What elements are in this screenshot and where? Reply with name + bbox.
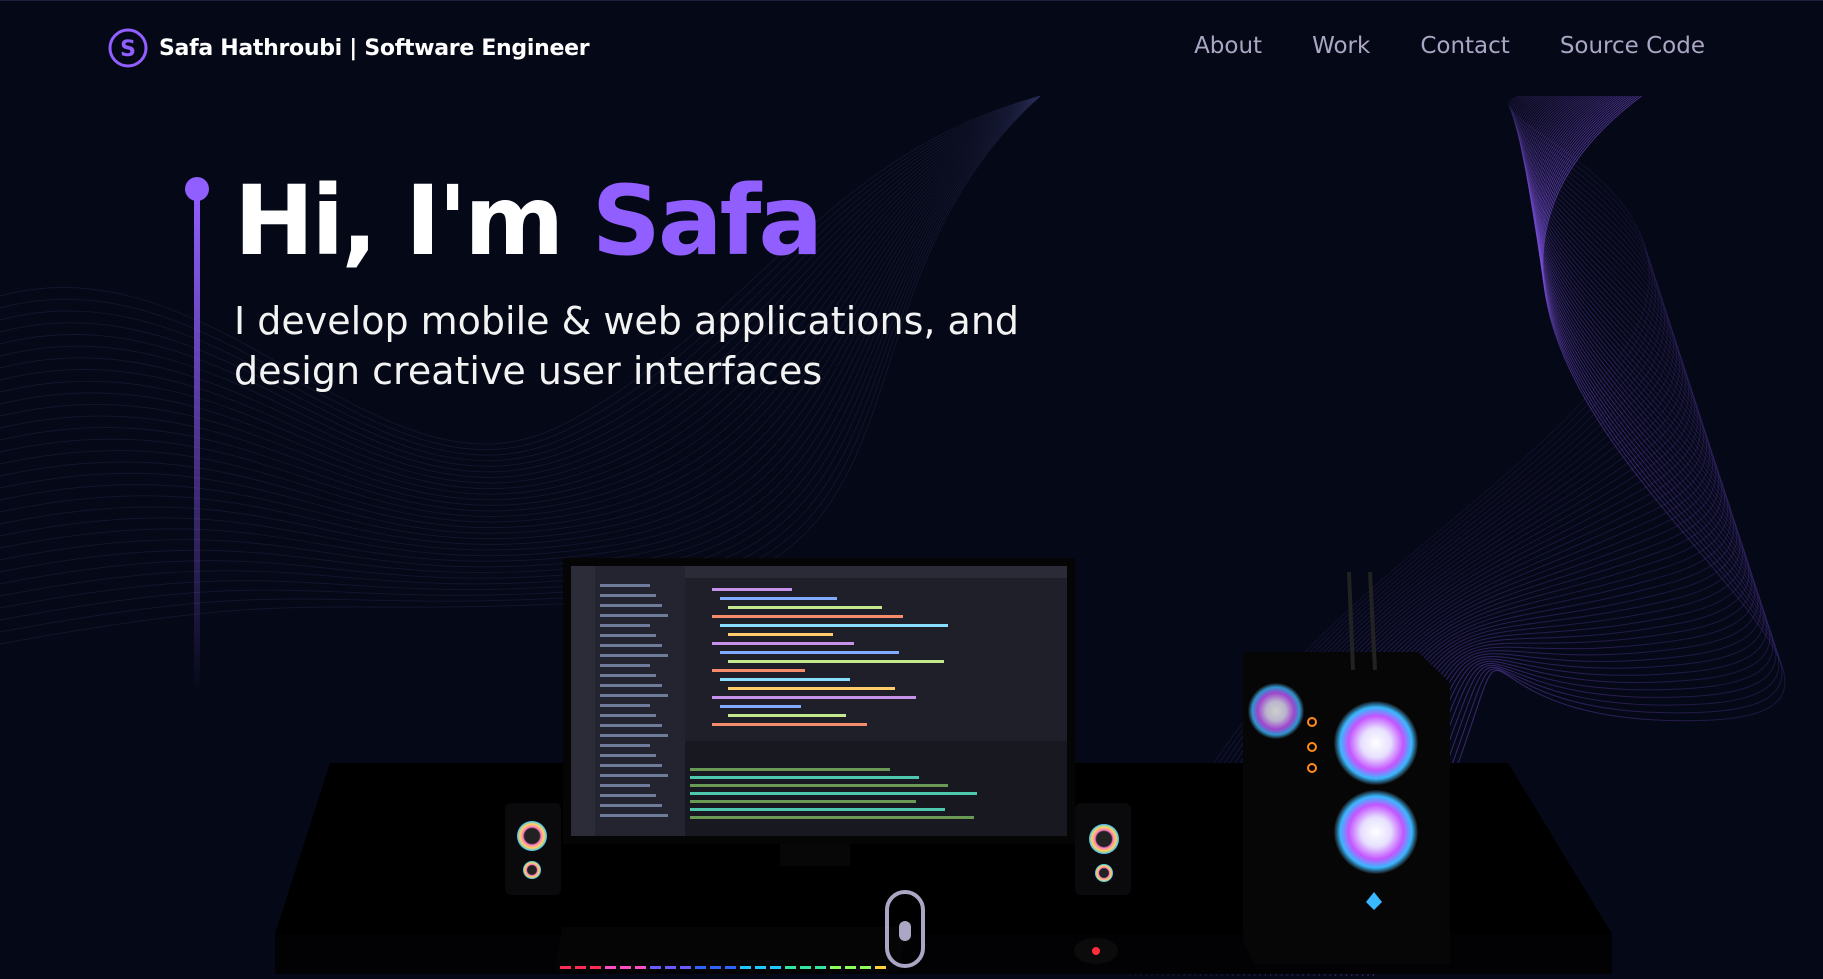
- terminal-line: [690, 776, 919, 779]
- code-line: [728, 606, 882, 609]
- nav-link-contact[interactable]: Contact: [1420, 33, 1509, 59]
- explorer-item: [600, 654, 668, 657]
- terminal-line: [690, 784, 948, 787]
- explorer-item: [600, 634, 656, 637]
- code-line: [728, 714, 846, 717]
- code-line: [720, 651, 899, 654]
- explorer-item: [600, 794, 656, 797]
- navbar: S Safa Hathroubi | Software Engineer Abo…: [0, 0, 1823, 96]
- keyboard-light: [605, 966, 616, 969]
- keyboard-light: [635, 966, 646, 969]
- brand-link[interactable]: S Safa Hathroubi | Software Engineer: [107, 27, 590, 69]
- monitor-stand: [780, 844, 850, 866]
- keyboard-light: [575, 966, 586, 969]
- pc-fan-top: [1334, 701, 1418, 785]
- keyboard-light: [830, 966, 841, 969]
- keyboard-light: [800, 966, 811, 969]
- keyboard-light: [740, 966, 751, 969]
- explorer-item: [600, 604, 662, 607]
- svg-text:S: S: [120, 37, 136, 62]
- code-line: [720, 678, 850, 681]
- keyboard-light: [590, 966, 601, 969]
- explorer-item: [600, 734, 668, 737]
- explorer-item: [600, 674, 656, 677]
- keyboard-light: [845, 966, 856, 969]
- explorer-item: [600, 594, 656, 597]
- explorer-item: [600, 664, 650, 667]
- explorer-item: [600, 754, 656, 757]
- keyboard-light: [710, 966, 721, 969]
- explorer-item: [600, 684, 662, 687]
- explorer-item: [600, 784, 650, 787]
- brand-name: Safa Hathroubi | Software Engineer: [159, 35, 590, 61]
- terminal-line: [690, 768, 890, 771]
- nav-link-about[interactable]: About: [1194, 33, 1262, 59]
- keyboard-light: [680, 966, 691, 969]
- keyboard-light: [815, 966, 826, 969]
- keyboard-light: [725, 966, 736, 969]
- keyboard-light: [665, 966, 676, 969]
- explorer-item: [600, 774, 668, 777]
- explorer-item: [600, 804, 662, 807]
- terminal-line: [690, 816, 974, 819]
- explorer-item: [600, 704, 650, 707]
- explorer-item: [600, 724, 662, 727]
- terminal-line: [690, 800, 916, 803]
- code-line: [712, 588, 792, 591]
- keyboard-light: [695, 966, 706, 969]
- scroll-mouse-icon[interactable]: [884, 889, 926, 969]
- code-line: [720, 597, 837, 600]
- code-line: [712, 696, 916, 699]
- keyboard-light: [560, 966, 571, 969]
- logo-icon: S: [108, 28, 148, 68]
- keyboard-light: [770, 966, 781, 969]
- explorer-item: [600, 624, 650, 627]
- code-line: [712, 615, 903, 618]
- code-line: [720, 624, 948, 627]
- explorer-item: [600, 744, 650, 747]
- keyboard: [555, 927, 906, 971]
- terminal-line: [690, 808, 945, 811]
- explorer-item: [600, 584, 650, 587]
- code-line: [728, 687, 895, 690]
- keyboard-light: [650, 966, 661, 969]
- code-line: [712, 642, 854, 645]
- keyboard-light: [785, 966, 796, 969]
- keyboard-light: [620, 966, 631, 969]
- explorer-item: [600, 814, 668, 817]
- desktop-setup-scene: [275, 558, 1612, 974]
- code-line: [712, 669, 805, 672]
- explorer-item: [600, 614, 668, 617]
- hero-section: Hi, I'm Safa I develop mobile & web appl…: [0, 96, 1823, 979]
- pc-fan-bottom: [1334, 790, 1418, 874]
- nav-link-work[interactable]: Work: [1312, 33, 1370, 59]
- explorer-item: [600, 764, 662, 767]
- explorer-item: [600, 644, 662, 647]
- keyboard-light: [755, 966, 766, 969]
- keyboard-light: [860, 966, 871, 969]
- code-line: [728, 660, 944, 663]
- explorer-item: [600, 694, 668, 697]
- nav-links: About Work Contact Source Code: [1194, 33, 1705, 59]
- nav-link-source-code[interactable]: Source Code: [1560, 33, 1705, 59]
- code-line: [720, 705, 801, 708]
- code-line: [728, 633, 833, 636]
- explorer-item: [600, 714, 656, 717]
- code-line: [712, 723, 867, 726]
- terminal-line: [690, 792, 977, 795]
